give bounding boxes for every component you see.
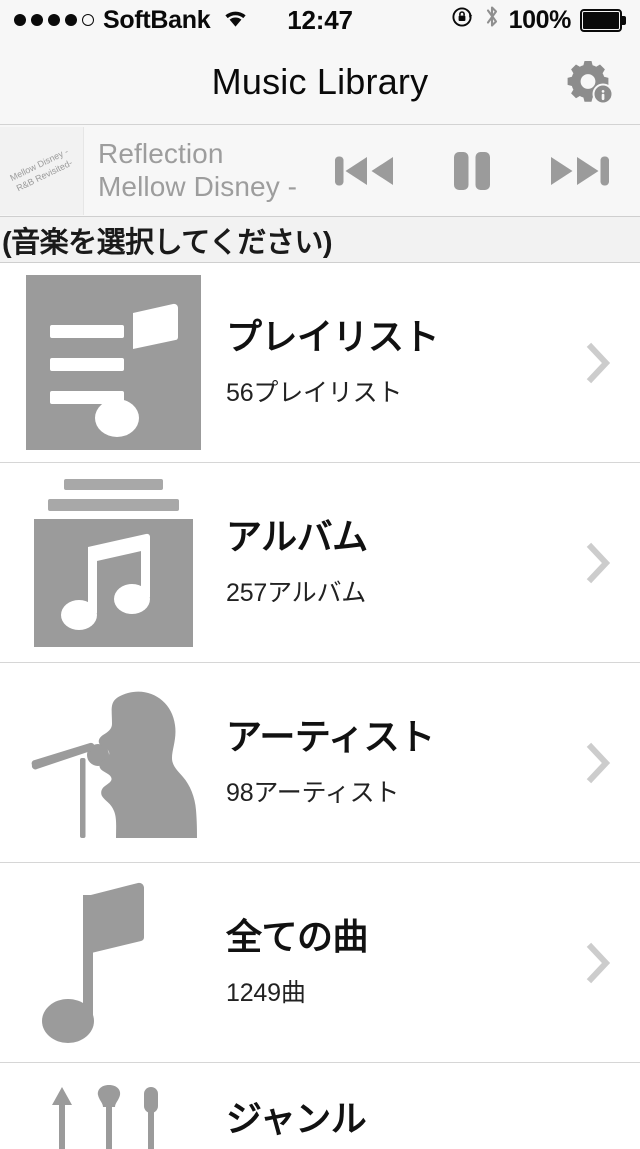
chevron-right-icon[interactable]: [582, 540, 616, 586]
list-item-title: プレイリスト: [226, 316, 440, 357]
section-header-label: (音楽を選択してください): [2, 226, 333, 259]
track-info[interactable]: Reflection Mellow Disney -: [84, 138, 330, 203]
settings-button[interactable]: [558, 53, 620, 111]
list-item-all-songs[interactable]: 全ての曲 1249曲: [0, 863, 640, 1063]
list-item-subtitle: 257アルバム: [226, 579, 367, 607]
list-item-artists[interactable]: アーティスト 98アーティスト: [0, 663, 640, 863]
wifi-icon: [222, 6, 249, 35]
battery-percentage: 100%: [508, 5, 572, 34]
list-item-title: 全ての曲: [226, 916, 369, 957]
list-item-genres[interactable]: ジャンル: [0, 1063, 640, 1149]
playlist-icon: [0, 263, 226, 463]
list-item-text: ジャンル: [226, 1063, 640, 1137]
list-item-subtitle: 56プレイリスト: [226, 379, 403, 407]
chevron-right-icon[interactable]: [582, 340, 616, 386]
list-item-text: 全ての曲 1249曲: [226, 919, 640, 1006]
track-subtitle: Mellow Disney -: [98, 171, 298, 202]
next-track-button[interactable]: [542, 142, 614, 200]
section-header: (音楽を選択してください): [0, 217, 640, 263]
status-bar-right: 100%: [451, 4, 626, 36]
list-item-title: アルバム: [226, 516, 368, 557]
list-item-text: プレイリスト 56プレイリスト: [226, 319, 640, 406]
battery-full-icon: [580, 8, 626, 32]
chevron-right-icon[interactable]: [582, 940, 616, 986]
signal-dot: [65, 14, 77, 26]
signal-dot: [31, 14, 43, 26]
list-item-subtitle: 1249曲: [226, 979, 306, 1007]
list-item-albums[interactable]: アルバム 257アルバム: [0, 463, 640, 663]
signal-dot: [48, 14, 60, 26]
library-list: プレイリスト 56プレイリスト アルバム 257アルバム アーティスト 98アー…: [0, 263, 640, 1149]
music-note-icon: [0, 863, 226, 1063]
list-item-subtitle: 98アーティスト: [226, 779, 400, 807]
navigation-bar: Music Library: [0, 40, 640, 125]
previous-track-button[interactable]: [330, 142, 402, 200]
status-bar-left: SoftBank: [14, 6, 249, 35]
status-bar-clock: 12:47: [287, 4, 353, 35]
pause-icon: [454, 151, 490, 190]
transport-controls: [330, 142, 640, 200]
list-item-title: アーティスト: [226, 716, 435, 757]
album-artwork[interactable]: Mellow Disney - R&B Revisited-: [0, 126, 84, 215]
battery-fill: [583, 11, 619, 29]
list-item-playlists[interactable]: プレイリスト 56プレイリスト: [0, 263, 640, 463]
gear-info-icon: [567, 61, 614, 105]
chevron-right-icon[interactable]: [582, 740, 616, 786]
album-icon: [0, 463, 226, 663]
rotation-lock-icon: [451, 5, 475, 36]
carrier-label: SoftBank: [103, 5, 211, 34]
signal-strength-icon: [14, 14, 94, 26]
signal-dot: [14, 14, 26, 26]
signal-dot: [82, 14, 94, 26]
status-bar: SoftBank 12:47 100%: [0, 0, 640, 40]
track-title: Reflection: [98, 138, 224, 169]
genre-icon: [0, 1063, 226, 1149]
bluetooth-icon: [484, 4, 500, 36]
next-track-icon: [551, 156, 609, 185]
list-item-text: アルバム 257アルバム: [226, 519, 640, 606]
play-pause-button[interactable]: [436, 142, 508, 200]
battery-nub: [622, 15, 626, 25]
page-title: Music Library: [211, 61, 429, 102]
now-playing-bar[interactable]: Mellow Disney - R&B Revisited- Reflectio…: [0, 125, 640, 217]
album-artwork-text: Mellow Disney - R&B Revisited-: [8, 146, 76, 196]
artist-icon: [0, 663, 226, 863]
list-item-text: アーティスト 98アーティスト: [226, 719, 640, 806]
list-item-title: ジャンル: [226, 1098, 367, 1139]
previous-track-icon: [335, 156, 393, 185]
